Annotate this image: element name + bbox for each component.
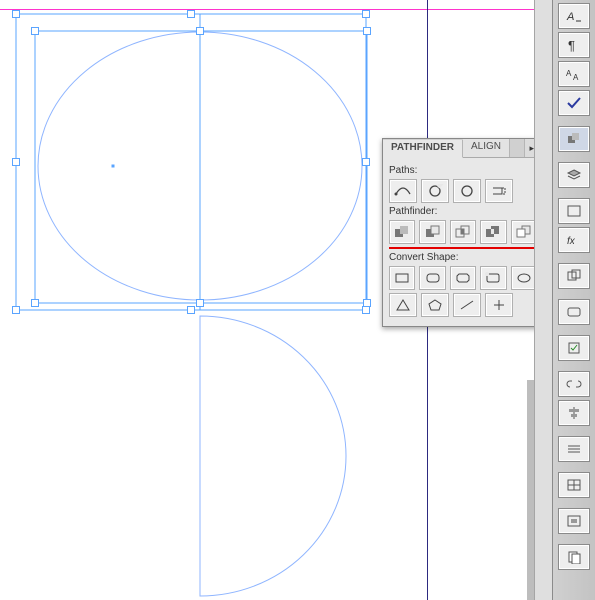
layers-panel-icon[interactable] <box>558 162 590 188</box>
inverse-rounded-button[interactable] <box>480 266 506 290</box>
tab-align[interactable]: ALIGN <box>463 139 510 157</box>
triangle-button[interactable] <box>389 293 417 317</box>
preflight-panel-icon[interactable] <box>558 335 590 361</box>
open-path-button[interactable] <box>421 179 449 203</box>
character-styles-icon[interactable]: AA <box>558 61 590 87</box>
orthogonal-line-button[interactable] <box>485 293 513 317</box>
object-styles-icon[interactable] <box>558 263 590 289</box>
align-panel-icon[interactable] <box>558 400 590 426</box>
fx-panel-icon[interactable]: fx <box>558 227 590 253</box>
pathfinder-dock-icon[interactable] <box>558 126 590 152</box>
center-mark <box>112 165 115 168</box>
info-panel-icon[interactable] <box>558 198 590 224</box>
active-tool-indicator <box>389 247 537 249</box>
separations-panel-icon[interactable] <box>558 472 590 498</box>
svg-text:A: A <box>573 73 579 81</box>
tab-pathfinder[interactable]: PATHFINDER <box>383 140 463 158</box>
dock-strip <box>534 0 553 600</box>
tags-panel-icon[interactable] <box>558 299 590 325</box>
svg-text:fx: fx <box>567 236 576 247</box>
svg-text:¶: ¶ <box>568 38 575 52</box>
text-wrap-panel-icon[interactable] <box>558 508 590 534</box>
svg-text:A: A <box>566 69 572 78</box>
exclude-button[interactable] <box>480 220 506 244</box>
polygon-button[interactable] <box>421 293 449 317</box>
pages-panel-icon[interactable] <box>558 544 590 570</box>
paths-section-label: Paths: <box>389 165 537 176</box>
navigator-panel-icon[interactable] <box>558 436 590 462</box>
pathfinder-panel[interactable]: PATHFINDER ALIGN ▸▸ Paths: Pathfinder: C… <box>382 138 544 327</box>
line-button[interactable] <box>453 293 481 317</box>
svg-text:A: A <box>566 11 574 23</box>
character-panel-icon[interactable]: A <box>558 3 590 29</box>
rounded-rectangle-button[interactable] <box>419 266 445 290</box>
pathfinder-section-label: Pathfinder: <box>389 206 537 217</box>
intersect-button[interactable] <box>450 220 476 244</box>
convert-section-label: Convert Shape: <box>389 252 537 263</box>
subtract-button[interactable] <box>419 220 445 244</box>
close-path-button[interactable] <box>453 179 481 203</box>
links-panel-icon[interactable] <box>558 371 590 397</box>
selection-outer-bbox <box>16 14 366 310</box>
panel-dock: A ¶ AA fx <box>552 0 595 600</box>
rectangle-button[interactable] <box>389 266 415 290</box>
paragraph-panel-icon[interactable]: ¶ <box>558 32 590 58</box>
panel-tabs: PATHFINDER ALIGN ▸▸ <box>383 139 543 158</box>
half-shape <box>200 316 346 596</box>
reverse-path-button[interactable] <box>485 179 513 203</box>
beveled-rectangle-button[interactable] <box>450 266 476 290</box>
checkmark-panel-icon[interactable] <box>558 90 590 116</box>
add-button[interactable] <box>389 220 415 244</box>
join-path-button[interactable] <box>389 179 417 203</box>
